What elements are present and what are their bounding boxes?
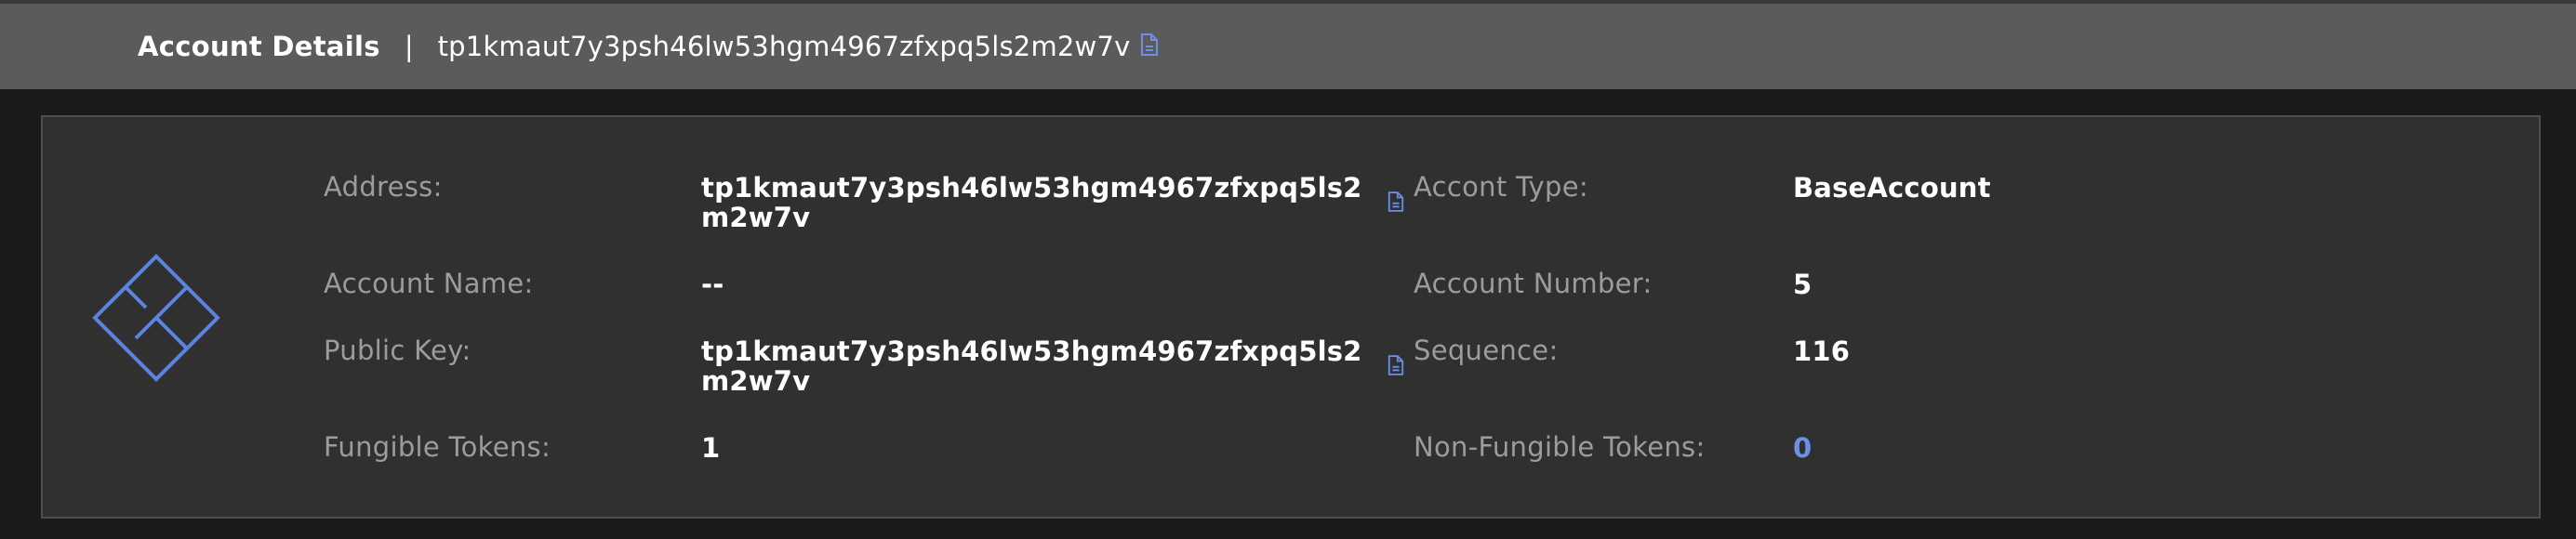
page-title: Account Details bbox=[138, 31, 380, 62]
copy-public-key-icon[interactable] bbox=[1388, 355, 1404, 379]
page-header: Account Details | tp1kmaut7y3psh46lw53hg… bbox=[0, 4, 2576, 89]
account-type-label: Accont Type: bbox=[1414, 171, 1588, 203]
account-name-value: -- bbox=[701, 269, 724, 300]
account-type-value: BaseAccount bbox=[1793, 172, 1991, 204]
sequence-label: Sequence: bbox=[1414, 335, 1559, 366]
header-address: tp1kmaut7y3psh46lw53hgm4967zfxpq5ls2m2w7… bbox=[437, 31, 1131, 62]
sequence-value: 116 bbox=[1793, 335, 1851, 367]
account-logo-icon bbox=[91, 253, 221, 387]
copy-icon[interactable] bbox=[1140, 31, 1159, 62]
public-key-label: Public Key: bbox=[324, 335, 471, 366]
title-separator: | bbox=[404, 31, 414, 62]
account-details-card: Address: tp1kmaut7y3psh46lw53hgm4967zfxp… bbox=[41, 115, 2541, 519]
address-value: tp1kmaut7y3psh46lw53hgm4967zfxpq5ls2m2w7… bbox=[701, 172, 1362, 233]
fungible-tokens-value: 1 bbox=[701, 432, 721, 464]
non-fungible-tokens-link[interactable]: 0 bbox=[1793, 433, 1812, 463]
account-name-label: Account Name: bbox=[324, 268, 534, 299]
account-number-label: Account Number: bbox=[1414, 268, 1653, 299]
address-label: Address: bbox=[324, 171, 443, 203]
public-key-value: tp1kmaut7y3psh46lw53hgm4967zfxpq5ls2m2w7… bbox=[701, 335, 1362, 397]
fungible-tokens-label: Fungible Tokens: bbox=[324, 431, 551, 463]
non-fungible-tokens-label: Non-Fungible Tokens: bbox=[1414, 431, 1706, 463]
copy-address-icon[interactable] bbox=[1388, 191, 1404, 216]
account-number-value: 5 bbox=[1793, 269, 1812, 300]
